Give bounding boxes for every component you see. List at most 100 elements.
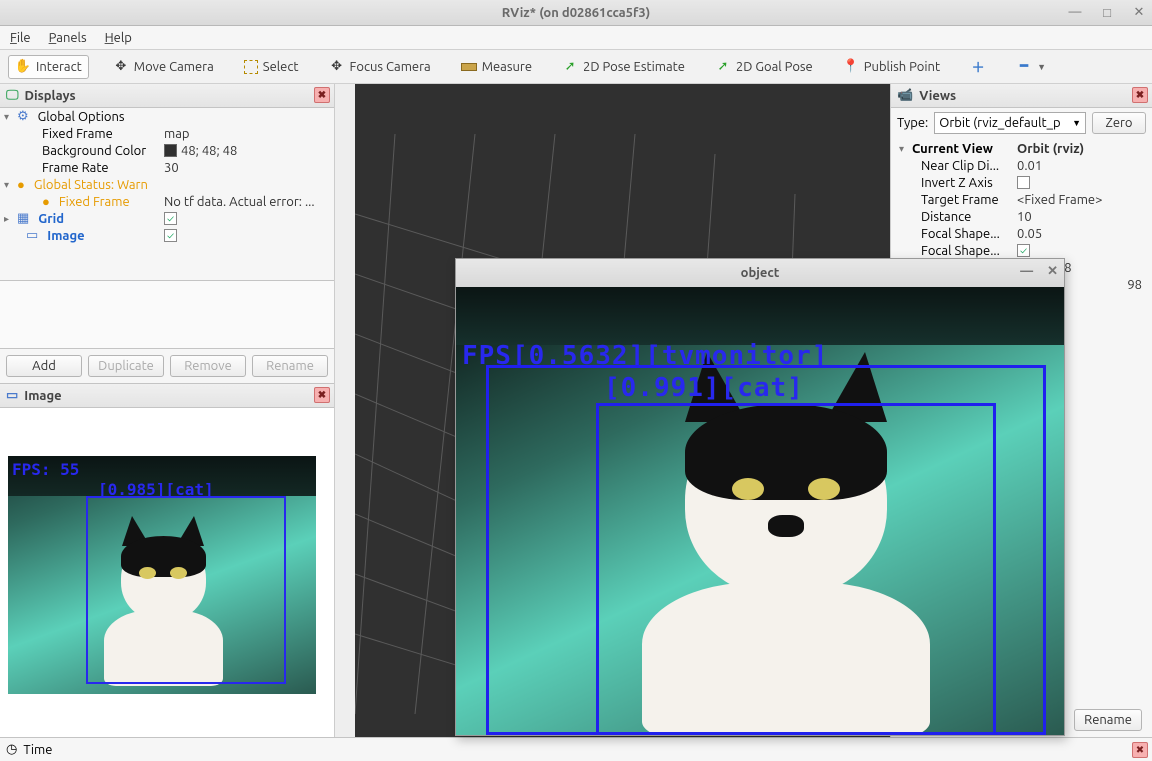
image-checkbox[interactable]: ✓: [164, 229, 177, 242]
minimize-icon[interactable]: —: [1066, 3, 1084, 21]
remove-tool-button[interactable]: ━ ▼: [1010, 56, 1052, 78]
window-buttons: — □ ✕: [1066, 3, 1148, 21]
window-title: RViz* (on d02861cca5f3): [502, 6, 650, 20]
image-icon: ▭: [6, 388, 18, 403]
goal-pose-button[interactable]: ➚ 2D Goal Pose: [709, 56, 819, 78]
image-panel-header[interactable]: ▭ Image ✖: [0, 384, 334, 408]
fixed-frame-value[interactable]: map: [164, 127, 334, 141]
warning-icon: ●: [42, 194, 50, 209]
arrow-green-icon: ➚: [715, 59, 731, 75]
image-icon: ▭: [26, 228, 38, 243]
select-button[interactable]: Select: [238, 57, 305, 77]
add-button[interactable]: Add: [6, 355, 82, 377]
left-sidebar: 🖵 Displays ✖ ▾⚙ Global Options Fixed Fra…: [0, 84, 335, 737]
invert-z-label: Invert Z Axis: [899, 176, 1017, 190]
plus-icon: ＋: [970, 59, 986, 75]
focal-shape1-value[interactable]: 0.05: [1017, 227, 1148, 241]
close-panel-icon[interactable]: ✖: [314, 87, 330, 103]
add-tool-button[interactable]: ＋: [964, 56, 992, 78]
near-clip-label: Near Clip Di...: [899, 159, 1017, 173]
focus-camera-label: Focus Camera: [350, 60, 431, 74]
pose-estimate-label: 2D Pose Estimate: [583, 60, 685, 74]
bg-color-value[interactable]: 48; 48; 48: [181, 144, 237, 158]
displays-tree[interactable]: ▾⚙ Global Options Fixed Framemap Backgro…: [0, 108, 334, 280]
move-camera-button[interactable]: ✥ Move Camera: [107, 56, 220, 78]
bg-color-label: Background Color: [4, 144, 164, 158]
grid-icon: ▦: [17, 211, 29, 226]
object-window[interactable]: object — ✕ FPS[0.5632][tvmonitor] [0.991…: [455, 258, 1065, 736]
minimize-icon[interactable]: —: [1020, 264, 1033, 279]
grid-checkbox[interactable]: ✓: [164, 212, 177, 225]
arrow-green-icon: ➚: [562, 59, 578, 75]
focal-shape1-label: Focal Shape...: [899, 227, 1017, 241]
interact-button[interactable]: ✋ Interact: [8, 55, 89, 79]
object-image: FPS[0.5632][tvmonitor] [0.991][cat]: [456, 287, 1064, 735]
maximize-icon[interactable]: □: [1098, 3, 1116, 21]
frame-rate-value[interactable]: 30: [164, 161, 334, 175]
zero-button[interactable]: Zero: [1092, 112, 1146, 134]
current-view-label: Current View: [912, 142, 993, 156]
view-type-select[interactable]: Orbit (rviz_default_p ▼: [934, 112, 1086, 134]
fps-overlay: FPS: 55: [12, 460, 79, 479]
type-label: Type:: [897, 116, 928, 130]
duplicate-button: Duplicate: [88, 355, 164, 377]
pose-estimate-button[interactable]: ➚ 2D Pose Estimate: [556, 56, 691, 78]
publish-point-label: Publish Point: [864, 60, 940, 74]
distance-label: Distance: [899, 210, 1017, 224]
views-rename-button[interactable]: Rename: [1074, 709, 1142, 731]
chevron-down-icon: ▼: [1072, 118, 1081, 128]
select-icon: [244, 60, 258, 74]
views-title: Views: [919, 89, 956, 103]
publish-point-button[interactable]: 📍 Publish Point: [837, 56, 946, 78]
color-swatch[interactable]: [164, 144, 177, 157]
bbox-cat: [596, 403, 996, 735]
image-thumbnail: FPS: 55 [0.985][cat]: [8, 456, 316, 694]
distance-value[interactable]: 10: [1017, 210, 1148, 224]
menu-file[interactable]: File: [10, 31, 31, 45]
displays-header[interactable]: 🖵 Displays ✖: [0, 84, 334, 108]
close-panel-icon[interactable]: ✖: [1132, 742, 1148, 758]
menu-help[interactable]: Help: [105, 31, 132, 45]
clock-icon: ◷: [6, 742, 17, 757]
move-camera-label: Move Camera: [134, 60, 214, 74]
remove-button: Remove: [170, 355, 246, 377]
monitor-icon: 🖵: [6, 88, 19, 103]
menubar: File Panels Help: [0, 26, 1152, 50]
near-clip-value[interactable]: 0.01: [1017, 159, 1148, 173]
description-panel: [0, 280, 334, 348]
target-frame-label: Target Frame: [899, 193, 1017, 207]
minus-icon: ━: [1016, 59, 1032, 75]
close-icon[interactable]: ✕: [1047, 264, 1058, 279]
focal-shape-checkbox[interactable]: ✓: [1017, 244, 1030, 257]
image-label[interactable]: Image: [47, 229, 84, 243]
focus-camera-button[interactable]: ✥ Focus Camera: [323, 56, 437, 78]
interact-label: Interact: [36, 60, 82, 74]
image-panel-title: Image: [24, 389, 61, 403]
focal-shape2-label: Focal Shape...: [899, 244, 1017, 258]
close-icon[interactable]: ✕: [1130, 3, 1148, 21]
frame-rate-label: Frame Rate: [4, 161, 164, 175]
move-icon: ✥: [113, 59, 129, 75]
fixed-frame-status-label: Fixed Frame: [59, 195, 130, 209]
close-panel-icon[interactable]: ✖: [1132, 87, 1148, 103]
ruler-icon: [461, 63, 477, 71]
invert-z-checkbox[interactable]: ✓: [1017, 176, 1030, 189]
menu-panels[interactable]: Panels: [49, 31, 87, 45]
views-type-row: Type: Orbit (rviz_default_p ▼ Zero: [891, 108, 1152, 138]
rename-button: Rename: [252, 355, 328, 377]
dropdown-icon: ▼: [1037, 62, 1046, 72]
grid-label[interactable]: Grid: [38, 212, 64, 226]
measure-button[interactable]: Measure: [455, 57, 538, 77]
time-panel[interactable]: ◷ Time ✖: [0, 737, 1152, 761]
image-display[interactable]: FPS: 55 [0.985][cat]: [0, 408, 334, 737]
target-frame-value[interactable]: <Fixed Frame>: [1017, 193, 1148, 207]
measure-label: Measure: [482, 60, 532, 74]
current-view-value: Orbit (rviz): [1017, 142, 1148, 156]
object-window-titlebar[interactable]: object — ✕: [456, 259, 1064, 287]
time-label: Time: [23, 743, 52, 757]
views-header[interactable]: 📹 Views ✖: [891, 84, 1152, 108]
fixed-frame-label: Fixed Frame: [4, 127, 164, 141]
object-window-title: object: [741, 266, 780, 280]
close-panel-icon[interactable]: ✖: [314, 387, 330, 403]
gear-icon: ⚙: [17, 109, 29, 124]
